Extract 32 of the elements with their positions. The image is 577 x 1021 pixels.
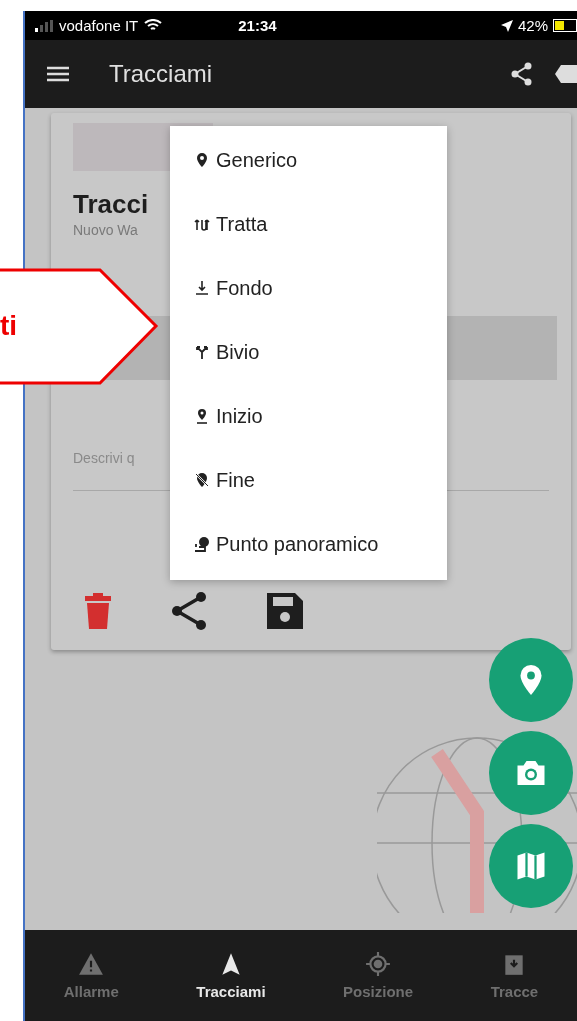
battery-percent: 42% <box>517 17 548 34</box>
clock-time: 21:34 <box>238 17 277 34</box>
wifi-icon <box>144 19 163 32</box>
pin-icon <box>194 152 210 168</box>
menu-item[interactable]: Generico <box>170 128 447 192</box>
location-arrow-icon <box>500 19 513 32</box>
menu-icon[interactable] <box>47 66 69 82</box>
card-title: Tracci <box>73 189 149 220</box>
menu-item[interactable]: Inizio <box>170 384 447 448</box>
target-icon <box>365 951 392 977</box>
warning-icon <box>78 951 105 977</box>
battery-icon <box>553 19 577 32</box>
segment-icon <box>194 216 210 232</box>
fork-icon <box>194 344 210 360</box>
menu-item[interactable]: Fondo <box>170 256 447 320</box>
carrier-name: vodafone IT <box>59 17 139 34</box>
nav-tab[interactable]: Tracciami <box>190 951 272 1000</box>
end-icon <box>194 472 210 488</box>
trash-icon[interactable] <box>85 593 111 629</box>
tag-icon[interactable] <box>555 63 577 85</box>
menu-item[interactable]: Fine <box>170 448 447 512</box>
menu-item[interactable]: Tratta <box>170 192 447 256</box>
signal-icon <box>35 19 53 32</box>
app-title: Tracciami <box>109 60 213 88</box>
share-icon[interactable] <box>511 62 533 86</box>
save-icon[interactable] <box>267 593 303 629</box>
menu-item[interactable]: Bivio <box>170 320 447 384</box>
share-icon[interactable] <box>171 591 207 631</box>
card-subtitle: Nuovo Wa <box>73 222 138 238</box>
start-icon <box>194 408 210 424</box>
callout-text: ti <box>0 312 18 340</box>
menu-item[interactable]: Punto panoramico <box>170 512 447 576</box>
